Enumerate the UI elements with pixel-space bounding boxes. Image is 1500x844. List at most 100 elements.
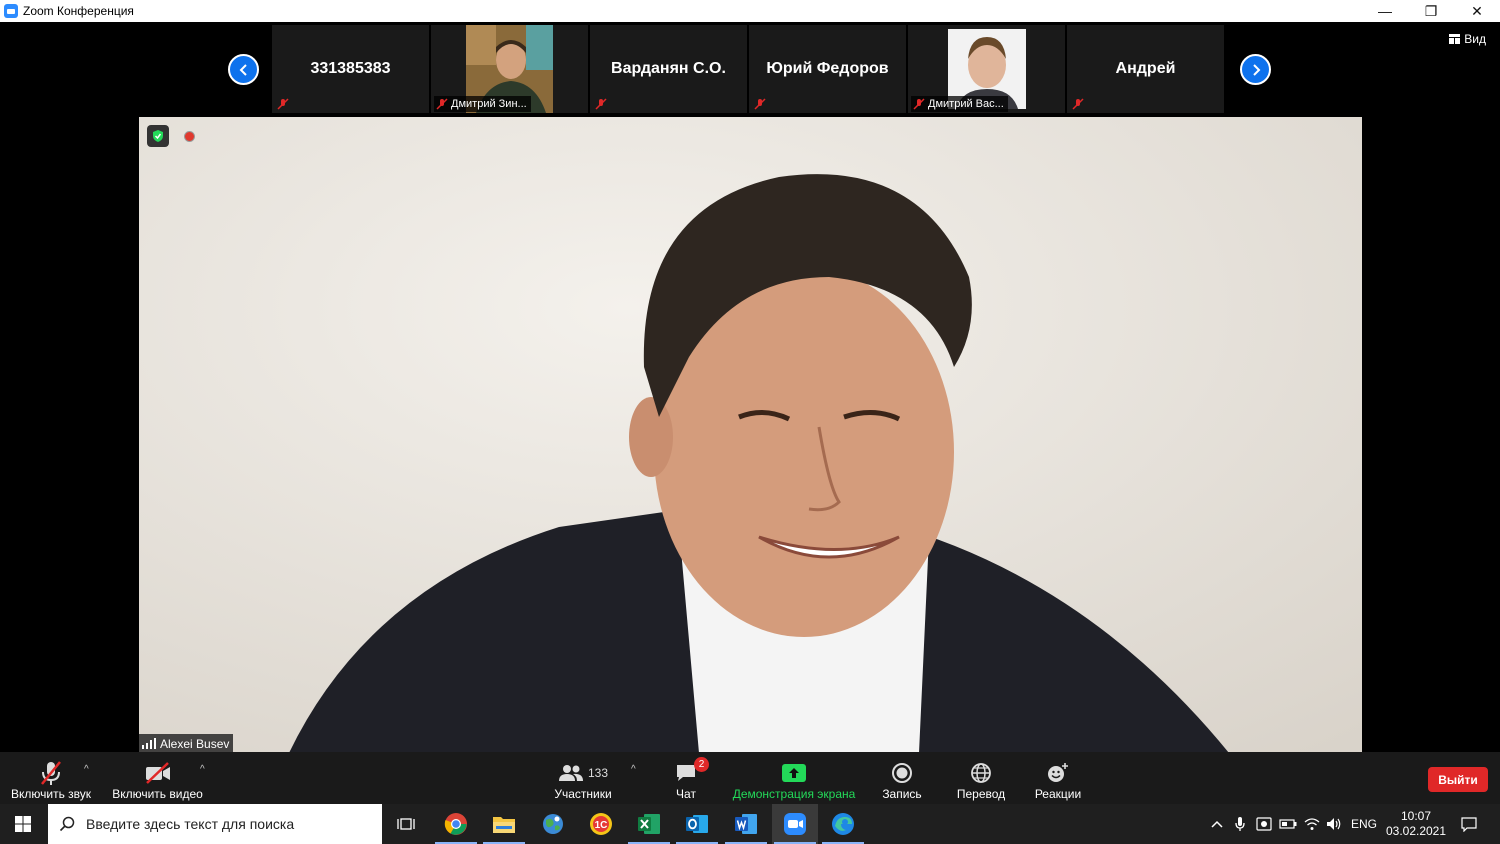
- restore-button[interactable]: ❐: [1408, 0, 1454, 22]
- meeting-stage: 331385383 Дмитрий Зин... Варданян С.О. Ю…: [0, 22, 1500, 753]
- share-screen-icon: [782, 764, 806, 782]
- minimize-button[interactable]: —: [1362, 0, 1408, 22]
- start-video-button[interactable]: Включить видео: [112, 752, 203, 804]
- share-screen-label: Демонстрация экрана: [732, 787, 856, 801]
- participant-tile[interactable]: Юрий Федоров: [749, 25, 906, 113]
- outlook-icon: [686, 815, 708, 833]
- participant-name: Дмитрий Вас...: [928, 98, 1004, 110]
- clock-date: 03.02.2021: [1385, 824, 1447, 838]
- input-language-button[interactable]: ENG: [1347, 804, 1381, 844]
- tray-wifi[interactable]: [1301, 804, 1323, 844]
- participant-strip: 331385383 Дмитрий Зин... Варданян С.О. Ю…: [272, 25, 1224, 113]
- chat-button[interactable]: 2 Чат: [666, 752, 709, 804]
- unmute-button[interactable]: Включить звук: [10, 752, 92, 804]
- tray-app-icon[interactable]: [1253, 804, 1275, 844]
- participants-options-caret[interactable]: ^: [631, 764, 636, 775]
- chevron-left-icon: [239, 63, 247, 76]
- show-hidden-icons-button[interactable]: [1206, 804, 1228, 844]
- battery-icon: [1279, 819, 1297, 829]
- task-view-button[interactable]: [383, 804, 429, 844]
- taskbar-outlook[interactable]: [674, 804, 720, 844]
- window-title: Zoom Конференция: [23, 4, 134, 18]
- tray-app-icon: [1256, 817, 1272, 831]
- svg-text:1С: 1С: [595, 820, 608, 831]
- edge-icon: [832, 813, 854, 835]
- tray-microphone[interactable]: [1230, 804, 1250, 844]
- taskbar-file-explorer[interactable]: [481, 804, 527, 844]
- share-screen-button[interactable]: Демонстрация экрана: [732, 752, 856, 804]
- action-center-button[interactable]: [1455, 804, 1483, 844]
- speaker-name-bar: Alexei Busev: [139, 734, 234, 753]
- clock-time: 10:07: [1400, 809, 1432, 823]
- search-placeholder: Введите здесь текст для поиска: [86, 816, 295, 832]
- participant-name: Варданян С.О.: [611, 60, 726, 77]
- encryption-shield-icon[interactable]: [147, 125, 169, 147]
- muted-mic-icon: [1072, 98, 1084, 110]
- microphone-icon: [1235, 817, 1245, 831]
- speaker-icon: [1327, 818, 1341, 830]
- active-speaker-video[interactable]: Alexei Busev: [139, 117, 1362, 753]
- start-video-label: Включить видео: [112, 787, 203, 801]
- tray-battery[interactable]: [1277, 804, 1299, 844]
- translation-button[interactable]: Перевод: [955, 752, 1007, 804]
- taskbar-word[interactable]: [723, 804, 769, 844]
- tray-volume[interactable]: [1323, 804, 1345, 844]
- excel-icon: [638, 814, 660, 834]
- reactions-button[interactable]: Реакции: [1033, 752, 1083, 804]
- participant-tile[interactable]: Дмитрий Вас...: [908, 25, 1065, 113]
- participant-tile[interactable]: Варданян С.О.: [590, 25, 747, 113]
- participant-label: Дмитрий Вас...: [911, 96, 1008, 112]
- word-icon: [735, 814, 757, 834]
- participant-tile[interactable]: Дмитрий Зин...: [431, 25, 588, 113]
- muted-mic-icon: [595, 98, 607, 110]
- record-icon: [892, 763, 912, 783]
- taskbar-excel[interactable]: [626, 804, 672, 844]
- folder-icon: [493, 817, 515, 833]
- leave-meeting-button[interactable]: Выйти: [1428, 767, 1488, 792]
- start-button[interactable]: [0, 804, 46, 844]
- muted-mic-icon: [436, 98, 448, 110]
- task-view-icon: [397, 818, 415, 830]
- system-clock[interactable]: 10:07 03.02.2021: [1380, 809, 1452, 839]
- taskbar-1c-app[interactable]: 1С: [578, 804, 624, 844]
- audio-options-caret[interactable]: ^: [84, 764, 89, 775]
- taskbar-zoom[interactable]: [772, 804, 818, 844]
- title-bar: Zoom Конференция — ❐ ✕: [0, 0, 1500, 22]
- chat-unread-badge: 2: [694, 757, 709, 772]
- participants-button[interactable]: 133 Участники: [553, 752, 613, 804]
- participant-tile[interactable]: Андрей: [1067, 25, 1224, 113]
- notification-icon: [1461, 816, 1477, 832]
- wifi-icon: [1304, 818, 1320, 830]
- participants-count: 133: [587, 766, 609, 780]
- participants-icon: [558, 765, 583, 781]
- windows-logo-icon: [15, 816, 31, 832]
- record-button[interactable]: Запись: [880, 752, 924, 804]
- view-button[interactable]: Вид: [1449, 32, 1486, 46]
- muted-mic-icon: [277, 98, 289, 110]
- participant-name: Дмитрий Зин...: [451, 98, 527, 110]
- reactions-label: Реакции: [1034, 787, 1082, 801]
- speaker-name: Alexei Busev: [160, 736, 230, 751]
- recording-indicator-icon: [184, 131, 195, 142]
- grid-view-icon: [1449, 34, 1461, 44]
- participant-tile[interactable]: 331385383: [272, 25, 429, 113]
- zoom-app-icon: [4, 4, 18, 18]
- close-button[interactable]: ✕: [1454, 0, 1500, 22]
- next-page-button[interactable]: [1240, 54, 1271, 85]
- translation-label: Перевод: [956, 787, 1006, 801]
- globe-icon: [971, 763, 991, 783]
- taskbar-search-box[interactable]: Введите здесь текст для поиска: [48, 804, 382, 844]
- previous-page-button[interactable]: [228, 54, 259, 85]
- meeting-toolbar: Включить звук ^ Включить видео ^ 133 Уча…: [0, 752, 1500, 804]
- taskbar-edge[interactable]: [820, 804, 866, 844]
- video-options-caret[interactable]: ^: [200, 764, 205, 775]
- taskbar-globe-app[interactable]: [530, 804, 576, 844]
- chrome-icon: [444, 813, 467, 835]
- search-icon: [48, 816, 86, 832]
- speaker-video-frame: [139, 117, 1362, 753]
- participant-name: 331385383: [310, 60, 391, 77]
- smiley-plus-icon: [1048, 763, 1068, 782]
- taskbar-chrome[interactable]: [433, 804, 479, 844]
- 1c-app-icon: 1С: [590, 813, 612, 835]
- input-language: ENG: [1350, 817, 1377, 831]
